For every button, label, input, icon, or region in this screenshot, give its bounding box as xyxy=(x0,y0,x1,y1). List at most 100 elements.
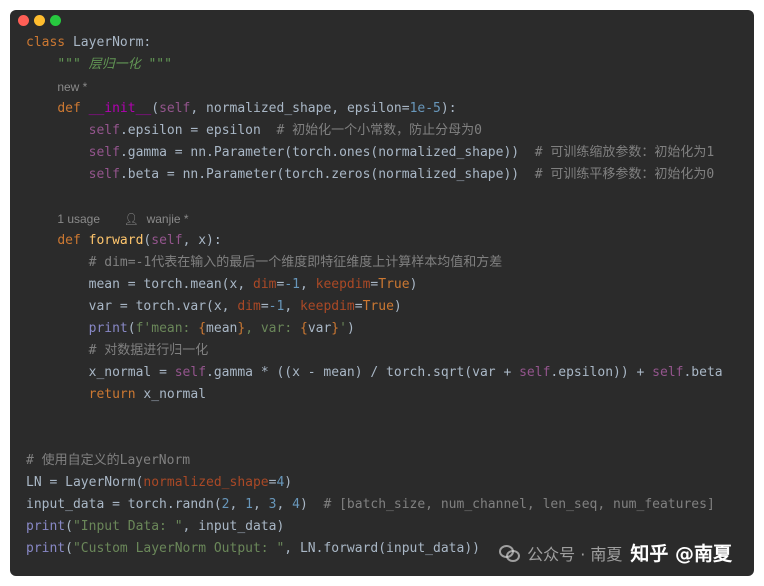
expression: input_data = torch.randn( xyxy=(26,497,222,512)
number: -1 xyxy=(268,299,285,314)
inlay-hint-new: new * xyxy=(26,76,750,98)
close-button[interactable] xyxy=(18,15,29,26)
keyword: class xyxy=(26,35,66,50)
number: 1 xyxy=(245,497,253,512)
fstring-brace: { xyxy=(299,321,308,336)
self-ref: self xyxy=(88,145,120,160)
function-name: __init__ xyxy=(88,101,152,116)
kwarg: dim xyxy=(237,299,261,314)
self-ref: self xyxy=(88,123,120,138)
param: x xyxy=(198,233,207,248)
hint-usage[interactable]: 1 usage xyxy=(57,212,100,226)
self-ref: self xyxy=(174,365,207,380)
code-line-13: x_normal = self.gamma * ((x - mean) / to… xyxy=(26,362,750,384)
code-line-11: print(f'mean: {mean}, var: {var}') xyxy=(88,321,355,336)
string: "Custom LayerNorm Output: " xyxy=(72,541,285,556)
number: 1e-5 xyxy=(409,101,441,116)
colon: : xyxy=(143,35,152,50)
fstring-var: var xyxy=(307,321,332,336)
comment: # 可训练缩放参数：初始化为1 xyxy=(534,145,715,160)
zoom-button[interactable] xyxy=(50,15,61,26)
code-line-3: def __init__(self, normalized_shape, eps… xyxy=(57,101,457,116)
string: ' xyxy=(339,321,347,336)
expression: epsilon xyxy=(206,123,261,138)
code-line-12: # 对数据进行归一化 xyxy=(26,340,750,362)
function-name: forward xyxy=(88,233,144,248)
expression: x_normal xyxy=(143,387,207,402)
author-icon: 👤︎ xyxy=(123,212,139,226)
code-line-7: def forward(self, x): xyxy=(57,233,222,248)
string: f'mean: xyxy=(135,321,199,336)
hint-author: wanjie * xyxy=(146,212,189,226)
param: epsilon xyxy=(346,101,402,116)
comment: # 使用自定义的LayerNorm xyxy=(26,453,191,468)
number: -1 xyxy=(284,277,300,292)
fstring-brace: } xyxy=(331,321,340,336)
code-line-17: input_data = torch.randn(2, 1, 3, 4) # [… xyxy=(26,497,715,512)
keyword: return xyxy=(88,387,136,402)
comment: # 初始化一个小常数，防止分母为0 xyxy=(276,123,482,138)
self-ref: self xyxy=(652,365,684,380)
code-line-8: # dim=-1代表在输入的最后一个维度即特征维度上计算样本均值和方差 xyxy=(26,252,750,274)
kwarg: keepdim xyxy=(299,299,355,314)
fstring-var: mean xyxy=(206,321,238,336)
kwarg: dim xyxy=(253,277,277,292)
docstring: """ 层归一化 """ xyxy=(57,57,172,72)
window-titlebar xyxy=(10,10,754,32)
expression: .epsilon)) + xyxy=(550,365,653,380)
expression: .gamma * ((x - mean) / torch.sqrt(var + xyxy=(206,365,520,380)
kwarg: keepdim xyxy=(315,277,371,292)
watermark: 公众号 · 南夏 知乎 @南夏 xyxy=(499,539,732,566)
comment: # 对数据进行归一化 xyxy=(88,343,209,358)
hint-new: new * xyxy=(57,80,88,94)
code-line-18: print("Input Data: ", input_data) xyxy=(26,519,285,534)
number: 3 xyxy=(268,497,277,512)
wechat-watermark: 公众号 · 南夏 xyxy=(527,544,623,564)
code-line-14: return x_normal xyxy=(26,384,750,406)
kwarg: normalized_shape xyxy=(143,475,269,490)
keyword: def xyxy=(57,233,81,248)
zhihu-watermark: 知乎 @南夏 xyxy=(630,543,732,565)
expression: .beta xyxy=(683,365,723,380)
self-ref: self xyxy=(519,365,551,380)
string: "Input Data: " xyxy=(72,519,183,534)
fstring-brace: } xyxy=(237,321,246,336)
code-line-16: LN = LayerNorm(normalized_shape=4) xyxy=(26,475,293,490)
expression: nn.Parameter(torch.zeros(normalized_shap… xyxy=(182,167,520,182)
code-editor: class LayerNorm: """ 层归一化 """ new * def … xyxy=(26,32,750,560)
expression: var = torch.var(x, xyxy=(88,299,238,314)
expression: x_normal = xyxy=(88,365,175,380)
code-line-1: class LayerNorm: xyxy=(26,32,750,54)
keyword: def xyxy=(57,101,81,116)
fstring-brace: { xyxy=(198,321,207,336)
attribute: beta xyxy=(127,167,160,182)
builtin: print xyxy=(26,541,66,556)
expression: input_data xyxy=(198,519,277,534)
code-line-4: self.epsilon = epsilon # 初始化一个小常数，防止分母为0 xyxy=(88,123,482,138)
number: 4 xyxy=(292,497,300,512)
builtin: print xyxy=(26,519,66,534)
code-line-10: var = torch.var(x, dim=-1, keepdim=True) xyxy=(88,299,402,314)
attribute: epsilon xyxy=(127,123,183,138)
class-name: LayerNorm xyxy=(72,35,144,50)
expression: mean = torch.mean(x, xyxy=(88,277,253,292)
code-line-6: self.beta = nn.Parameter(torch.zeros(nor… xyxy=(88,167,715,182)
keyword: True xyxy=(378,277,410,292)
expression: LN.forward(input_data) xyxy=(299,541,473,556)
param: normalized_shape xyxy=(206,101,332,116)
code-line-9: mean = torch.mean(x, dim=-1, keepdim=Tru… xyxy=(88,277,418,292)
comment: # 可训练平移参数：初始化为0 xyxy=(534,167,715,182)
builtin: print xyxy=(88,321,128,336)
code-line-15: # 使用自定义的LayerNorm xyxy=(26,450,750,472)
code-window: class LayerNorm: """ 层归一化 """ new * def … xyxy=(10,10,754,576)
string: , var: xyxy=(245,321,300,336)
minimize-button[interactable] xyxy=(34,15,45,26)
comment: # dim=-1代表在输入的最后一个维度即特征维度上计算样本均值和方差 xyxy=(88,255,503,270)
wechat-icon xyxy=(499,544,521,562)
code-line-2: """ 层归一化 """ xyxy=(26,54,750,76)
self-param: self xyxy=(159,101,191,116)
keyword: True xyxy=(362,299,394,314)
